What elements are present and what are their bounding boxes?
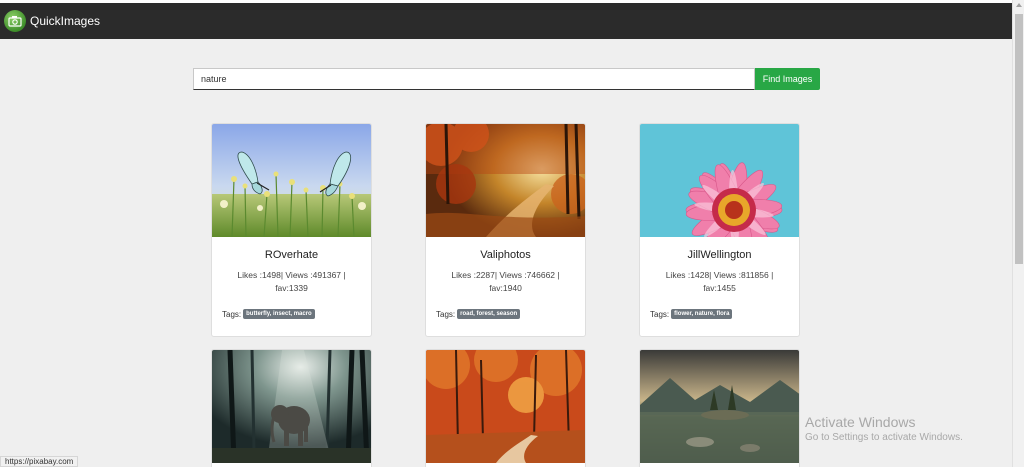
card-stats-line: fav:1339 [275,283,308,293]
image-card[interactable]: Valiphotos Likes :2287| Views :746662 | … [425,123,586,337]
tags-label: Tags: [222,309,242,319]
image-card[interactable]: JillWellington Likes :1428| Views :81185… [639,123,800,337]
card-username: ROverhate [264,249,319,261]
card-stats-line: Likes :1498| Views :491367 | [237,270,346,280]
tags-label: Tags: [436,309,456,319]
butterfly-image[interactable] [212,124,371,237]
card-stats-line: fav:1455 [703,283,736,293]
card-stats: Likes :2287| Views :746662 | fav:1940 [426,269,585,295]
card-stats: Likes :1498| Views :491367 | fav:1339 [212,269,371,295]
search-bar: Find Images [193,68,820,90]
card-tags: Tags: road, forest, season [426,307,585,321]
elephant-forest-image[interactable] [212,350,371,463]
card-username: Valiphotos [480,249,531,261]
card-stats-line: Likes :1428| Views :811856 | [665,270,774,280]
brand-name[interactable]: QuickImages [30,14,100,28]
tags-badge: butterfly, insect, macro [243,309,315,319]
scrollbar-thumb[interactable] [1015,14,1023,264]
lake-landscape-image[interactable] [640,350,799,463]
image-card[interactable] [425,349,586,467]
search-input[interactable] [193,68,755,90]
tags-badge: road, forest, season [457,309,521,319]
camera-logo-icon[interactable] [4,10,26,32]
card-username: JillWellington [687,249,752,261]
image-card[interactable]: ROverhate Likes :1498| Views :491367 | f… [211,123,372,337]
autumn-road-image[interactable] [426,124,585,237]
autumn-path-image[interactable] [426,350,585,463]
page-scrollbar[interactable] [1012,0,1024,467]
card-stats-line: fav:1940 [489,283,522,293]
find-images-button[interactable]: Find Images [755,68,820,90]
tags-badge: flower, nature, flora [671,309,733,319]
status-bar-url: https://pixabay.com [0,456,79,467]
card-stats: Likes :1428| Views :811856 | fav:1455 [640,269,799,295]
card-tags: Tags: flower, nature, flora [640,307,799,321]
image-card[interactable] [639,349,800,467]
navbar: QuickImages [0,3,1012,39]
watermark-title: Activate Windows [805,414,916,430]
pink-flower-image[interactable] [640,124,799,237]
windows-activation-watermark: Activate Windows Go to Settings to activ… [805,414,963,444]
watermark-subtitle: Go to Settings to activate Windows. [805,432,963,443]
image-card[interactable] [211,349,372,467]
card-stats-line: Likes :2287| Views :746662 | [451,270,560,280]
scroll-up-arrow-icon[interactable] [1016,3,1022,7]
card-tags: Tags: butterfly, insect, macro [212,307,371,321]
tags-label: Tags: [650,309,670,319]
